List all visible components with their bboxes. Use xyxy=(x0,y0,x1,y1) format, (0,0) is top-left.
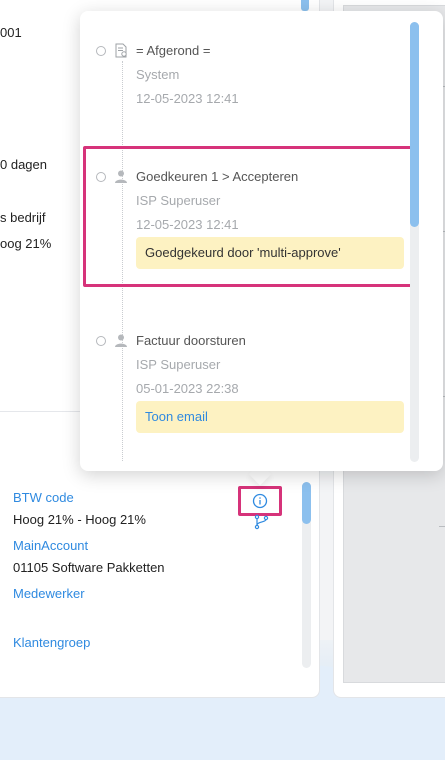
show-email-link[interactable]: Toon email xyxy=(136,401,404,433)
timeline-user: System xyxy=(136,67,180,82)
timeline-user: ISP Superuser xyxy=(136,357,221,372)
bg-text-vat: oog 21% xyxy=(0,236,52,251)
popup-scrollbar[interactable] xyxy=(410,22,419,462)
btw-code-field: BTW code Hoog 21% - Hoog 21% xyxy=(13,490,146,527)
info-icon xyxy=(252,493,268,509)
main-account-field: MainAccount 01105 Software Pakketten xyxy=(13,538,165,575)
bg-text-company: s bedrijf xyxy=(0,210,46,225)
panel-scrollbar[interactable] xyxy=(301,0,309,11)
timeline-title: = Afgerond = xyxy=(136,43,211,58)
timeline-title: Factuur doorsturen xyxy=(136,333,246,348)
workflow-branch-icon[interactable] xyxy=(254,514,270,530)
bg-text-number: 001 xyxy=(0,25,22,40)
btw-code-value: Hoog 21% - Hoog 21% xyxy=(13,512,146,527)
employee-field: Medewerker xyxy=(13,586,85,601)
details-scrollbar-thumb[interactable] xyxy=(302,482,311,524)
btw-code-label[interactable]: BTW code xyxy=(13,490,146,505)
timeline-date: 05-01-2023 22:38 xyxy=(136,381,239,396)
highlight-box xyxy=(83,146,413,287)
document-icon xyxy=(115,43,127,58)
customer-group-label[interactable]: Klantengroep xyxy=(13,635,90,650)
bg-text-days: 0 dagen xyxy=(0,157,47,172)
details-scrollbar[interactable] xyxy=(302,482,311,668)
main-account-label[interactable]: MainAccount xyxy=(13,538,165,553)
timeline-date: 12-05-2023 12:41 xyxy=(136,91,239,106)
employee-label[interactable]: Medewerker xyxy=(13,586,85,601)
customer-group-field: Klantengroep xyxy=(13,635,90,650)
panel-marker xyxy=(439,526,445,527)
main-account-value: 01105 Software Pakketten xyxy=(13,560,165,575)
info-button[interactable] xyxy=(238,486,282,516)
user-icon xyxy=(115,334,127,347)
workflow-history-popup: = Afgerond = System 12-05-2023 12:41 Goe… xyxy=(80,11,443,471)
timeline-dot xyxy=(96,46,106,56)
timeline-dot xyxy=(96,336,106,346)
popup-scrollbar-thumb[interactable] xyxy=(410,22,419,227)
